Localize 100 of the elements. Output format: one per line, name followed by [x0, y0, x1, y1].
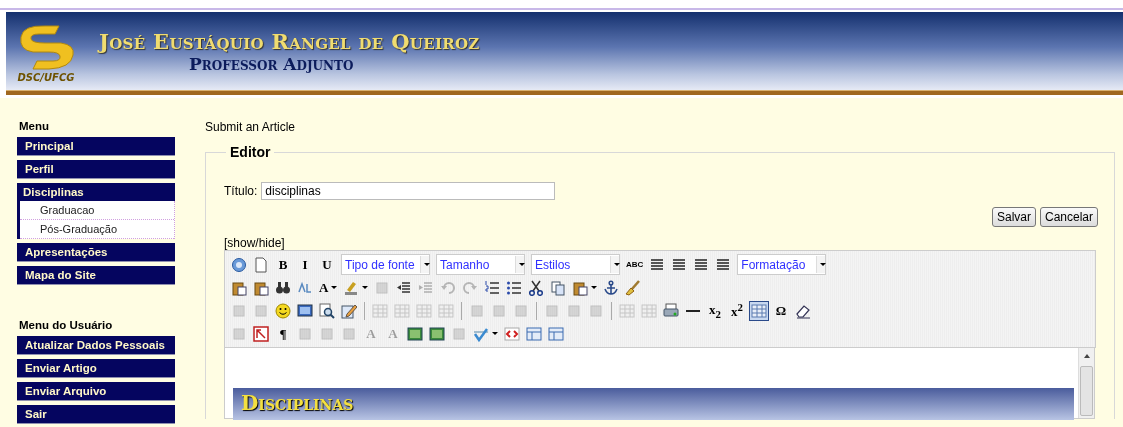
clipboard-icon: [253, 279, 269, 296]
marker-icon: [343, 279, 360, 296]
submenu-item[interactable]: Graduacao: [20, 201, 174, 220]
tool-icon: [544, 302, 560, 319]
site-owner-title: Professor Adjunto: [189, 54, 355, 74]
table-icon: [394, 302, 410, 319]
title-input-field[interactable]: disciplinas: [261, 182, 556, 200]
tool-icon: [231, 302, 247, 319]
site-owner-name: José Eustáquio Rangel de Queiroz: [99, 30, 480, 54]
tool-icon: [297, 325, 313, 342]
code-icon: [504, 325, 520, 342]
tool-icon: [319, 325, 335, 342]
tool-icon: [491, 302, 507, 319]
caret-icon[interactable]: [362, 286, 369, 289]
scroll-up-icon[interactable]: [1082, 352, 1091, 360]
tool-icon: [253, 302, 269, 319]
menu-item[interactable]: Perfil: [17, 160, 175, 178]
smiley-icon: [275, 302, 291, 319]
anchor-icon: [603, 279, 620, 296]
align-lines-icon: [715, 256, 732, 273]
align-lines-icon: [649, 256, 666, 273]
help-icon: [231, 256, 247, 273]
tool-icon: [566, 302, 582, 319]
menu-item[interactable]: Sair: [17, 405, 175, 423]
toolbar-button[interactable]: I: [295, 254, 315, 275]
toolbar-button[interactable]: ABC: [624, 254, 646, 275]
logo-text: DSC/UFCG: [17, 72, 75, 83]
toolbar-button[interactable]: Ω: [771, 300, 791, 321]
menu-heading: Menu: [19, 120, 51, 132]
binoculars-icon: [275, 279, 291, 296]
page-title: Submit an Article: [205, 120, 297, 134]
magnifier-icon: [319, 302, 335, 319]
menu-item[interactable]: Enviar Arquivo: [17, 382, 175, 400]
tool-icon: [231, 325, 247, 342]
indent-icon: [418, 279, 435, 296]
toolbar-button[interactable]: U: [317, 254, 337, 275]
clipboard-icon: [231, 279, 247, 296]
dropdown-field[interactable]: Tipo de fonte: [341, 254, 430, 275]
tool-icon: [341, 325, 357, 342]
layout-icon: [526, 325, 542, 342]
resize-arrow-icon: [253, 325, 269, 342]
menu-item[interactable]: Apresentações: [17, 243, 175, 261]
tool-icon: [469, 302, 485, 319]
bullet-list-icon: [506, 279, 523, 296]
document-icon: [253, 256, 269, 273]
align-lines-icon: [671, 256, 688, 273]
menu-item[interactable]: Atualizar Dados Pessoais: [17, 336, 175, 354]
dropdown-field[interactable]: Formatação: [737, 254, 827, 275]
pencil-icon: [341, 302, 357, 319]
table-icon: [372, 302, 388, 319]
cut-icon: [528, 279, 545, 296]
dropdown-field[interactable]: Tamanho: [436, 254, 525, 275]
tool-icon: [588, 302, 604, 319]
clipboard-icon: [572, 279, 589, 296]
menu-item[interactable]: Disciplinas: [17, 183, 175, 201]
toolbar-button[interactable]: x$_{2}$: [705, 300, 725, 321]
image-icon: [429, 325, 445, 342]
table-icon: [641, 302, 657, 319]
caret-icon[interactable]: [492, 332, 498, 335]
title-label: Título:: [224, 184, 258, 198]
menu-item[interactable]: Principal: [17, 137, 175, 155]
toolbar-button[interactable]: [317, 300, 337, 321]
toolbar-button[interactable]: A: [317, 277, 340, 298]
tool-icon: [513, 302, 529, 319]
table-icon: [416, 302, 432, 319]
table-icon: [438, 302, 454, 319]
submenu-item[interactable]: Pós-Graduação: [20, 220, 174, 239]
caret-icon[interactable]: [591, 286, 598, 289]
menu-item[interactable]: Mapa do Site: [17, 266, 175, 284]
undo-icon: [440, 279, 457, 296]
panel-legend: Editor: [226, 144, 275, 160]
copy-icon: [550, 279, 567, 296]
toolbar-button[interactable]: [749, 300, 769, 321]
menu-item[interactable]: Enviar Artigo: [17, 359, 175, 377]
image-icon: [407, 325, 423, 342]
table-icon: [751, 302, 767, 319]
cancel-button[interactable]: Cancelar: [1039, 207, 1098, 227]
show-hide-link[interactable]: [show/hide]: [224, 236, 285, 250]
toolbar-button[interactable]: x$^{2}$: [727, 300, 747, 321]
menu-heading: Menu do Usuário: [19, 319, 114, 331]
toolbar-button[interactable]: ¶: [273, 323, 293, 344]
align-lines-icon: [693, 256, 710, 273]
brush-icon: [625, 279, 642, 296]
outdent-icon: [396, 279, 413, 296]
monitor-icon: [297, 302, 313, 319]
layout-icon: [548, 325, 564, 342]
save-button[interactable]: Salvar: [991, 207, 1036, 227]
tool-icon: [451, 325, 467, 342]
caret-icon[interactable]: [331, 286, 338, 289]
tool-icon: [374, 279, 391, 296]
toolbar-button[interactable]: B: [273, 254, 293, 275]
table-icon: [619, 302, 635, 319]
printer-icon: [663, 302, 679, 319]
redo-icon: [462, 279, 479, 296]
scroll-thumb[interactable]: [1080, 366, 1093, 416]
dropdown-field[interactable]: Estilos: [531, 254, 620, 275]
toolbar-button[interactable]: [251, 323, 271, 344]
content-heading: Disciplinas: [233, 388, 1074, 420]
scrollbar[interactable]: [1078, 348, 1094, 418]
numbered-list-icon: [484, 279, 501, 296]
